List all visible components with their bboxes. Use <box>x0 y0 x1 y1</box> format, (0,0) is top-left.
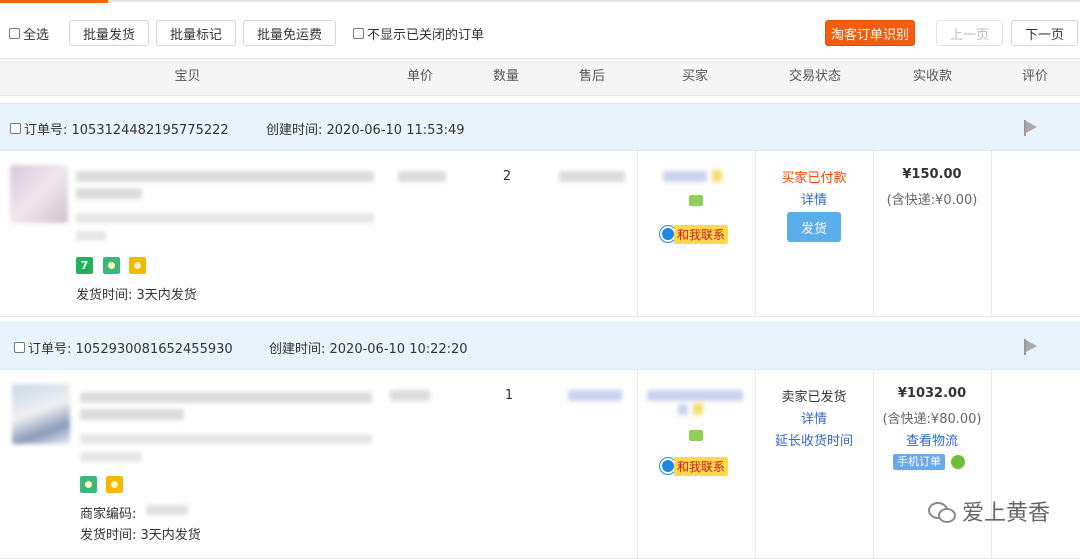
gold-badge-icon <box>106 476 123 493</box>
checkbox-icon[interactable] <box>9 28 20 39</box>
hide-closed-checkbox[interactable]: 不显示已关闭的订单 <box>353 24 484 43</box>
select-all-checkbox[interactable]: 全选 <box>9 24 49 43</box>
next-page-button[interactable]: 下一页 <box>1011 20 1078 46</box>
unit-price-blurred <box>398 171 446 182</box>
view-logistics-link[interactable]: 查看物流 <box>873 430 991 449</box>
hide-closed-label: 不显示已关闭的订单 <box>367 28 485 43</box>
product-title-blurred[interactable] <box>76 171 374 182</box>
ship-time: 发货时间: 3天内发货 <box>76 288 197 303</box>
extend-receipt-link[interactable]: 延长收货时间 <box>755 430 873 449</box>
order-header: 订单号: 1052930081652455930 创建时间: 2020-06-1… <box>0 322 1080 370</box>
detail-link[interactable]: 详情 <box>755 189 873 208</box>
select-all-label: 全选 <box>23 28 50 43</box>
prev-page-button[interactable]: 上一页 <box>936 20 1003 46</box>
col-review: 评价 <box>1021 69 1048 84</box>
col-status: 交易状态 <box>788 69 841 84</box>
product-thumbnail[interactable] <box>12 384 70 444</box>
order-number: 订单号: 1052930081652455930 <box>14 338 233 357</box>
checkbox-icon[interactable] <box>14 342 25 353</box>
order-header: 订单号: 1053124482195775222 创建时间: 2020-06-1… <box>0 103 1080 151</box>
shipping-fee: (含快递:¥0.00) <box>886 193 978 208</box>
buyer-name-blurred[interactable] <box>663 171 707 182</box>
product-title-blurred[interactable] <box>80 392 372 403</box>
order-card: 订单号: 1053124482195775222 创建时间: 2020-06-1… <box>0 103 1080 317</box>
toolbar: 全选 批量发货 批量标记 批量免运费 不显示已关闭的订单 淘客订单识别 上一页 … <box>0 18 1080 50</box>
gold-badge-icon <box>129 257 146 274</box>
product-thumbnail[interactable] <box>10 165 68 223</box>
guarantee-icon <box>80 476 97 493</box>
status-text: 买家已付款 <box>781 171 847 186</box>
mobile-order-icon <box>951 455 965 469</box>
quantity-value: 1 <box>504 388 514 403</box>
col-unit-price: 单价 <box>406 69 433 84</box>
detail-link[interactable]: 详情 <box>755 408 873 427</box>
buyer-name-blurred[interactable] <box>647 390 743 401</box>
order-number: 订单号: 1053124482195775222 <box>10 119 229 138</box>
flag-icon[interactable] <box>1024 120 1038 136</box>
checkbox-icon[interactable] <box>353 28 364 39</box>
product-sku-blurred <box>76 213 374 223</box>
guarantee-icon <box>103 257 120 274</box>
wechat-icon <box>927 500 956 523</box>
shipping-fee: (含快递:¥80.00) <box>882 412 982 427</box>
order-card: 订单号: 1052930081652455930 创建时间: 2020-06-1… <box>0 322 1080 559</box>
table-header: 宝贝 单价 数量 售后 买家 交易状态 实收款 评价 <box>0 58 1080 96</box>
batch-ship-button[interactable]: 批量发货 <box>69 20 149 46</box>
flag-icon[interactable] <box>1024 339 1038 355</box>
taoke-identify-button[interactable]: 淘客订单识别 <box>825 20 915 46</box>
ship-button[interactable]: 发货 <box>787 212 841 242</box>
seven-day-return-icon: 7 <box>76 257 93 274</box>
contact-me-button[interactable]: 和我联系 <box>660 456 729 476</box>
checkbox-icon[interactable] <box>10 123 21 134</box>
wangwang-icon[interactable] <box>689 430 703 441</box>
wangwang-icon[interactable] <box>689 195 703 206</box>
ship-time: 发货时间: 3天内发货 <box>80 528 201 543</box>
order-created-time: 创建时间: 2020-06-10 10:22:20 <box>269 342 468 357</box>
order-created-time: 创建时间: 2020-06-10 11:53:49 <box>266 123 465 138</box>
col-after-sale: 售后 <box>578 69 605 84</box>
merchant-code-label: 商家编码: <box>80 507 137 522</box>
quantity-value: 2 <box>502 169 512 184</box>
col-paid: 实收款 <box>912 69 952 84</box>
mobile-order-tag: 手机订单 <box>893 454 945 470</box>
product-sku-blurred <box>80 434 372 444</box>
top-accent-line <box>0 0 1080 3</box>
unit-price-blurred <box>390 390 430 401</box>
after-sale-blurred[interactable] <box>568 390 622 401</box>
batch-mark-button[interactable]: 批量标记 <box>156 20 236 46</box>
paid-amount: ¥1032.00 <box>897 386 967 401</box>
paid-amount: ¥150.00 <box>902 167 962 182</box>
contact-me-button[interactable]: 和我联系 <box>660 224 729 244</box>
order-body: 7 发货时间: 3天内发货 2 和我联系 买家已付款 详情 发货 ¥150.00… <box>0 151 1080 317</box>
after-sale-blurred <box>559 171 625 182</box>
merchant-code-blurred <box>146 505 188 515</box>
col-quantity: 数量 <box>492 69 519 84</box>
watermark: 爱上黄香 <box>927 495 1050 527</box>
batch-free-shipping-button[interactable]: 批量免运费 <box>243 20 336 46</box>
status-text: 卖家已发货 <box>781 390 847 405</box>
col-item: 宝贝 <box>174 69 201 84</box>
order-body: 商家编码: 发货时间: 3天内发货 1 和我联系 卖家已发货 详情 延长收货时间… <box>0 370 1080 559</box>
col-buyer: 买家 <box>681 69 708 84</box>
